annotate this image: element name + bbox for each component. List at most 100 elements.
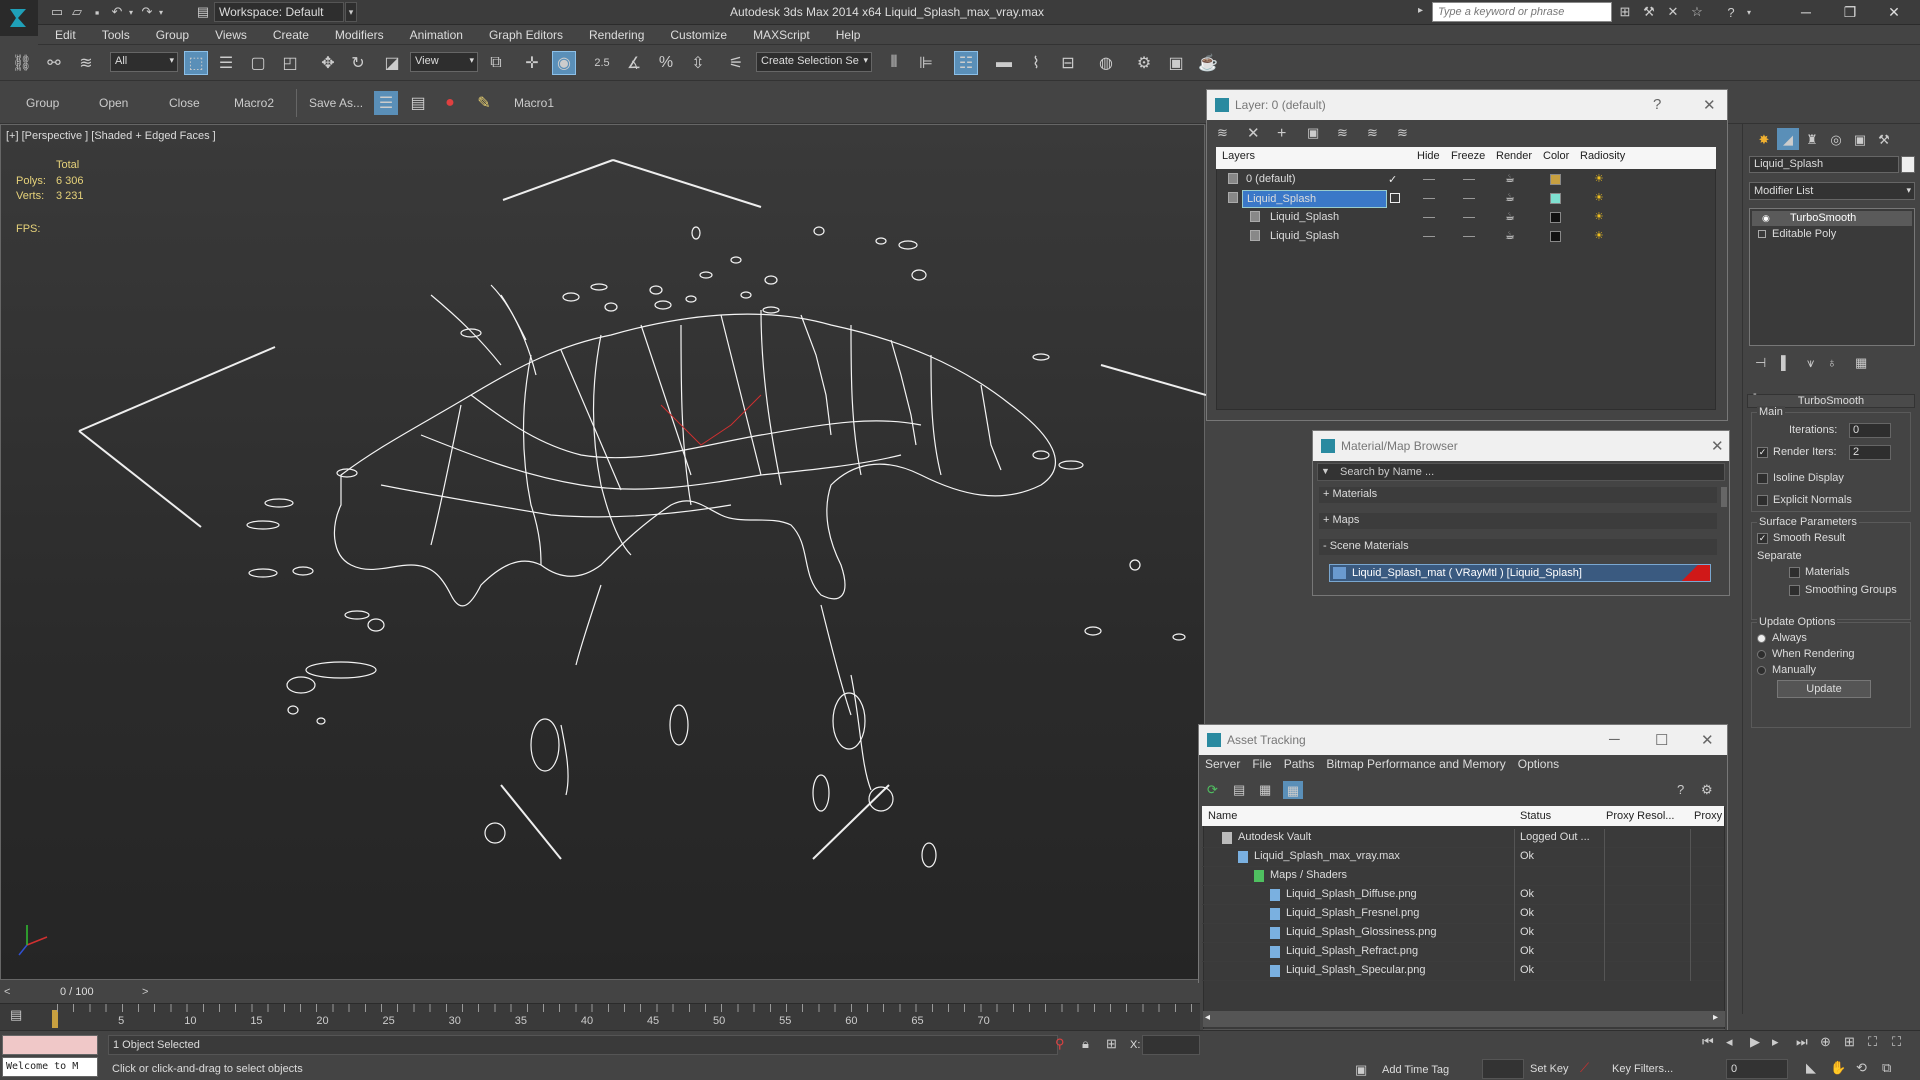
asset-row[interactable]: Maps / Shaders	[1202, 867, 1724, 886]
play-icon[interactable]: ▶	[1750, 1035, 1760, 1048]
render-iters-spinner[interactable]: 2	[1849, 445, 1891, 460]
pan-icon[interactable]: ✋	[1830, 1061, 1846, 1074]
asset-row[interactable]: Liquid_Splash_Refract.png Ok	[1202, 943, 1724, 962]
viewport-label[interactable]: [+] [Perspective ] [Shaded + Edged Faces…	[6, 130, 216, 142]
object-color-swatch[interactable]	[1901, 156, 1915, 173]
radiosity-icon[interactable]: ☀︎	[1594, 210, 1604, 223]
collapse-icon[interactable]: -	[1753, 388, 1757, 400]
asset-row[interactable]: Liquid_Splash_Specular.png Ok	[1202, 962, 1724, 981]
tree-view-icon[interactable]: ▦	[1259, 783, 1271, 796]
zoom-extents-icon[interactable]: ⛶	[1868, 1035, 1877, 1048]
menu-help[interactable]: Help	[823, 28, 874, 42]
freeze-toggle[interactable]	[1463, 198, 1475, 199]
rectangular-selection-icon[interactable]: ▢	[246, 51, 270, 75]
list-view-icon[interactable]: ▤	[1233, 783, 1245, 796]
update-button[interactable]: Update	[1777, 680, 1871, 698]
selection-filter-dropdown[interactable]: All ▾	[110, 52, 178, 72]
menu-tools[interactable]: Tools	[89, 28, 143, 42]
hide-toggle[interactable]	[1423, 236, 1435, 237]
maxscript-listener-mini[interactable]	[2, 1035, 98, 1055]
pin-stack-icon[interactable]: ⊣	[1755, 356, 1766, 369]
select-layer-objects-icon[interactable]: ▣	[1307, 126, 1319, 139]
render-dialog-icon[interactable]: ▤	[406, 91, 430, 115]
perspective-viewport[interactable]: [+] [Perspective ] [Shaded + Edged Faces…	[0, 124, 1206, 980]
align-icon[interactable]: ⊫	[914, 51, 938, 75]
close-icon[interactable]: ✕	[1701, 731, 1714, 749]
scroll-right-icon[interactable]: ▸	[1713, 1012, 1718, 1023]
modify-tab-icon[interactable]: ◢	[1777, 128, 1799, 150]
rotate-icon[interactable]: ↻	[346, 51, 370, 75]
menu-create[interactable]: Create	[260, 28, 322, 42]
close-icon[interactable]: ✕	[1703, 96, 1716, 114]
help-icon[interactable]: ?	[1677, 783, 1684, 796]
maximize-viewport-icon[interactable]: ⧉	[1882, 1061, 1891, 1074]
render-production-icon[interactable]: ☕	[1196, 51, 1220, 75]
restore-button[interactable]: ❐	[1828, 0, 1872, 24]
move-icon[interactable]: ✥	[316, 51, 340, 75]
maps-section[interactable]: + Maps	[1319, 513, 1717, 529]
group-button[interactable]: Group	[26, 96, 59, 110]
goto-start-icon[interactable]: ⏮	[1702, 1035, 1714, 1048]
proxy-resolution-column-header[interactable]: Proxy Resol...	[1606, 810, 1674, 822]
materials-section[interactable]: + Materials	[1319, 487, 1717, 503]
layers-column-header[interactable]: Layers	[1222, 150, 1255, 162]
absolute-mode-icon[interactable]: ⊞	[1106, 1037, 1117, 1050]
motion-tab-icon[interactable]: ◎	[1825, 128, 1847, 150]
menu-group[interactable]: Group	[143, 28, 202, 42]
when-rendering-radio[interactable]: When Rendering	[1757, 648, 1855, 660]
show-end-result-icon[interactable]: ▌	[1781, 356, 1790, 369]
redo-dropdown-icon[interactable]: ▾	[152, 3, 170, 21]
open-file-icon[interactable]: ▱	[68, 3, 86, 21]
welcome-field[interactable]: Welcome to M	[2, 1057, 98, 1077]
explicit-normals-checkbox[interactable]: Explicit Normals	[1757, 494, 1852, 506]
macro2-button[interactable]: Macro2	[234, 96, 274, 110]
lock-icon[interactable]: 🔒︎	[1082, 1037, 1089, 1050]
layers-icon[interactable]: ☰	[374, 91, 398, 115]
material-search-input[interactable]: Search by Name ...	[1317, 463, 1725, 481]
edit-named-selection-icon[interactable]: ⚟	[724, 51, 748, 75]
radiosity-column-header[interactable]: Radiosity	[1580, 150, 1625, 162]
layer-color-swatch[interactable]	[1550, 174, 1561, 185]
layer-color-swatch[interactable]	[1550, 212, 1561, 223]
make-unique-icon[interactable]: ⩛	[1807, 356, 1814, 369]
asset-row[interactable]: Autodesk Vault Logged Out ...	[1202, 829, 1724, 848]
save-as-button[interactable]: Save As...	[309, 96, 363, 110]
time-slider[interactable]: < 0 / 100 >	[0, 983, 1200, 1003]
layer-color-swatch[interactable]	[1550, 231, 1561, 242]
material-editor-icon[interactable]: ◍	[1094, 51, 1118, 75]
menu-graph-editors[interactable]: Graph Editors	[476, 28, 576, 42]
new-file-icon[interactable]: ▭	[48, 3, 66, 21]
communication-icon[interactable]: ✕	[1664, 3, 1682, 21]
scene-material-item[interactable]: Liquid_Splash_mat ( VRayMtl ) [Liquid_Sp…	[1329, 564, 1711, 582]
snaps-toggle-icon[interactable]: 2.5	[590, 51, 614, 75]
orbit-icon[interactable]: ⟲	[1856, 1061, 1867, 1074]
save-icon[interactable]: ▪	[88, 3, 106, 21]
layer-row[interactable]: Liquid_Splash ☕︎ ☀︎	[1216, 209, 1628, 228]
layer-row[interactable]: 0 (default) ✓ ☕︎ ☀︎	[1216, 171, 1628, 190]
select-by-name-icon[interactable]: ☰	[214, 51, 238, 75]
select-manipulate-icon[interactable]: ✛	[520, 51, 544, 75]
layer-row[interactable]: Liquid_Splash ☕︎ ☀︎	[1216, 190, 1628, 209]
binoculars-icon[interactable]: ⊞	[1616, 3, 1634, 21]
scale-icon[interactable]: ◪	[380, 51, 404, 75]
named-selection-set-dropdown[interactable]: Create Selection Se ▾	[756, 52, 872, 72]
render-teapot-icon[interactable]: ☕︎	[1505, 210, 1515, 223]
bind-space-warp-icon[interactable]: ≋	[74, 51, 98, 75]
goto-end-icon[interactable]: ⏭	[1796, 1035, 1808, 1048]
add-time-tag-button[interactable]: Add Time Tag	[1382, 1064, 1449, 1076]
smooth-result-checkbox[interactable]: ✓ Smooth Result	[1757, 532, 1845, 544]
settings-icon[interactable]: ⚙	[1701, 783, 1713, 796]
maximize-icon[interactable]: ☐	[1655, 731, 1668, 749]
paint-icon[interactable]: ✎	[472, 91, 496, 115]
angle-snap-icon[interactable]: ∡	[622, 51, 646, 75]
schematic-view-icon[interactable]: ⊟	[1056, 51, 1080, 75]
zoom-all-icon[interactable]: ⊞	[1844, 1035, 1855, 1048]
workspace-dropdown[interactable]: Workspace: Default	[214, 2, 344, 22]
hierarchy-tab-icon[interactable]: ♜	[1801, 128, 1823, 150]
radiosity-icon[interactable]: ☀︎	[1594, 229, 1604, 242]
render-teapot-icon[interactable]: ☕︎	[1505, 191, 1515, 204]
time-tag-icon[interactable]: ▣	[1355, 1063, 1367, 1076]
favorites-star-icon[interactable]: ☆	[1688, 3, 1706, 21]
asset-row[interactable]: Liquid_Splash_max_vray.max Ok	[1202, 848, 1724, 867]
unlink-icon[interactable]: ⚯	[42, 51, 66, 75]
